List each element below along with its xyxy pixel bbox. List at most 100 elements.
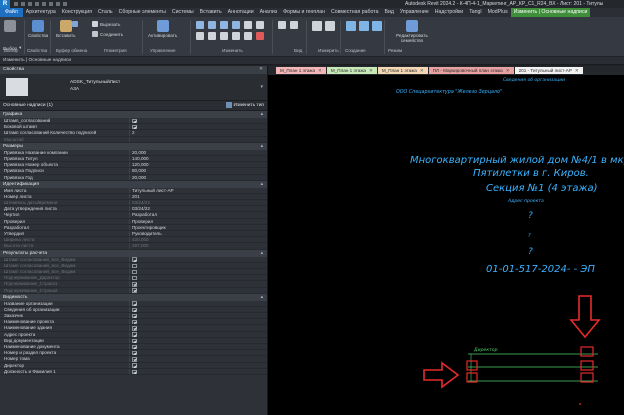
close-icon[interactable]: ✕ xyxy=(575,68,579,73)
properties-button[interactable]: Свойства xyxy=(28,20,48,38)
tab-file[interactable]: Файл xyxy=(0,8,23,17)
property-checkbox[interactable] xyxy=(132,301,137,306)
property-section-header[interactable]: Графика ▴ xyxy=(0,111,267,118)
tab-insert[interactable]: Вставить xyxy=(197,8,225,17)
tab-view[interactable]: Вид xyxy=(381,8,396,17)
property-checkbox[interactable] xyxy=(132,326,137,331)
property-value[interactable] xyxy=(129,319,267,325)
property-value[interactable] xyxy=(129,306,267,313)
modify-button[interactable] xyxy=(4,20,16,32)
property-checkbox[interactable] xyxy=(132,350,137,356)
property-checkbox[interactable] xyxy=(132,363,137,368)
create-parts-icon[interactable] xyxy=(359,21,369,31)
close-icon[interactable]: ✕ xyxy=(369,68,373,73)
close-icon[interactable]: ✕ xyxy=(259,66,263,74)
property-checkbox[interactable] xyxy=(132,307,137,313)
property-checkbox[interactable] xyxy=(132,332,137,337)
create-group-icon[interactable] xyxy=(372,21,382,31)
property-value[interactable] xyxy=(129,362,267,368)
measure-icon[interactable] xyxy=(312,21,322,31)
hide-icon[interactable] xyxy=(278,21,286,29)
text-icon[interactable] xyxy=(56,2,60,6)
property-value[interactable]: 20,000 xyxy=(129,149,267,155)
split-icon[interactable] xyxy=(220,32,228,40)
close-icon[interactable]: ✕ xyxy=(420,68,424,73)
tab-collaborate[interactable]: Совместная работа xyxy=(328,8,381,17)
view-tab[interactable]: 201 - Титульный лист-АР ✕ xyxy=(514,67,583,74)
property-value[interactable] xyxy=(129,356,267,362)
open-icon[interactable] xyxy=(14,2,18,6)
property-checkbox[interactable] xyxy=(132,118,137,124)
tab-tangl[interactable]: Tangl xyxy=(466,8,484,17)
property-checkbox[interactable] xyxy=(132,124,137,130)
close-icon[interactable]: ✕ xyxy=(506,68,510,73)
align-icon[interactable] xyxy=(196,21,204,29)
activate-button[interactable]: Активировать xyxy=(148,20,177,38)
property-value[interactable]: Разработал xyxy=(129,212,267,218)
join-button[interactable]: Соединить xyxy=(92,31,123,37)
view-tab[interactable]: ПЛ - Маркировочный план этажа ✕ xyxy=(428,67,514,74)
tab-structure[interactable]: Конструкция xyxy=(59,8,95,17)
collapse-icon[interactable]: ▴ xyxy=(261,250,263,257)
mirror-line-icon[interactable] xyxy=(232,21,240,29)
property-checkbox[interactable] xyxy=(132,369,137,374)
tab-addins[interactable]: Надстройки xyxy=(432,8,466,17)
property-value[interactable]: 80,000 xyxy=(129,168,267,174)
property-value[interactable] xyxy=(129,350,267,356)
close-icon[interactable]: ✕ xyxy=(318,68,322,73)
tab-precast[interactable]: Сборные элементы xyxy=(116,8,169,17)
array-icon[interactable] xyxy=(232,32,240,40)
view-tab[interactable]: М_План 1 этажа ✕ xyxy=(377,67,428,74)
property-checkbox[interactable] xyxy=(132,313,137,319)
property-value[interactable]: 03/24/22 xyxy=(129,206,267,212)
rotate-icon[interactable] xyxy=(196,32,204,40)
property-value[interactable]: 120,000 xyxy=(129,162,267,168)
property-value[interactable] xyxy=(129,325,267,331)
property-checkbox[interactable] xyxy=(132,320,137,325)
property-value[interactable] xyxy=(129,344,267,350)
tab-systems[interactable]: Системы xyxy=(169,8,197,17)
save-icon[interactable] xyxy=(21,2,25,6)
property-value[interactable]: Проектировщик xyxy=(129,224,267,230)
collapse-icon[interactable]: ▴ xyxy=(261,294,263,301)
property-value[interactable] xyxy=(129,331,267,337)
property-value[interactable]: Руководитель xyxy=(129,231,267,237)
view-tab[interactable]: М_План 1 этажа ✕ xyxy=(276,67,326,74)
chevron-down-icon[interactable]: ▾ xyxy=(260,84,263,90)
instance-filter-dropdown[interactable]: Основные надписи (1) xyxy=(3,103,53,108)
copy-element-icon[interactable] xyxy=(256,21,264,29)
view-icon[interactable] xyxy=(63,2,67,6)
property-value[interactable]: 20,000 xyxy=(129,174,267,180)
override-icon[interactable] xyxy=(290,21,298,29)
property-value[interactable]: Проверил xyxy=(129,218,267,224)
undo-icon[interactable] xyxy=(28,2,32,6)
trim-icon[interactable] xyxy=(208,32,216,40)
property-value[interactable] xyxy=(129,118,267,124)
property-value[interactable] xyxy=(129,368,267,374)
cut-button[interactable]: Вырезать xyxy=(92,21,120,27)
drawing-canvas[interactable]: Сведения об организации ООО Спецархитект… xyxy=(268,75,624,415)
print-icon[interactable] xyxy=(42,2,46,6)
property-value[interactable]: Титульный лист-АР xyxy=(129,187,267,193)
copy-small-button[interactable] xyxy=(72,21,78,27)
view-tab[interactable]: М_План 1 этажа ✕ xyxy=(326,67,377,74)
type-selector[interactable]: ADSK_ТитульныйЛист А3А ▾ xyxy=(0,74,267,101)
property-section-header[interactable]: Результаты расчета ▴ xyxy=(0,249,267,257)
tab-annotate[interactable]: Аннотации xyxy=(225,8,257,17)
property-value[interactable] xyxy=(129,124,267,130)
edit-family-button[interactable]: Редактировать семейство xyxy=(392,20,432,43)
collapse-icon[interactable]: ▴ xyxy=(261,143,263,150)
tab-manage[interactable]: Управление xyxy=(397,8,432,17)
property-section-header[interactable]: Размеры ▴ xyxy=(0,142,267,150)
mirror-icon[interactable] xyxy=(220,21,228,29)
property-value[interactable]: 140,000 xyxy=(129,155,267,162)
dimension-icon[interactable] xyxy=(325,21,335,31)
tab-architecture[interactable]: Архитектура xyxy=(23,8,59,17)
tab-modplus[interactable]: ModPlus xyxy=(485,8,511,17)
property-checkbox[interactable] xyxy=(132,338,137,343)
property-checkbox[interactable] xyxy=(132,357,137,362)
measure-icon[interactable] xyxy=(49,2,53,6)
property-section-header[interactable]: Видимость ▴ xyxy=(0,293,267,301)
offset-icon[interactable] xyxy=(208,21,216,29)
property-value[interactable] xyxy=(129,337,267,343)
